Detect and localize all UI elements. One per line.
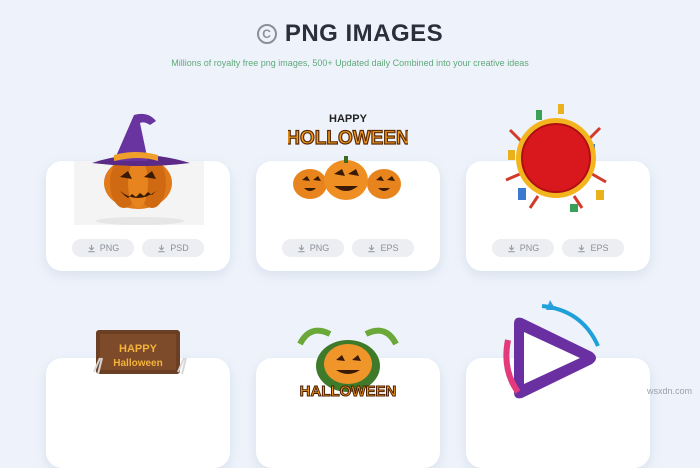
- happy-text: HAPPY: [329, 113, 368, 125]
- png-download-button[interactable]: PNG: [492, 239, 554, 257]
- badge-halloween-text: HALLOWEEN: [300, 383, 397, 400]
- download-buttons: PNG EPS: [466, 239, 650, 257]
- png-download-label: PNG: [309, 243, 330, 253]
- download-icon: [88, 244, 95, 252]
- download-icon: [508, 244, 515, 252]
- watermark: wsxdn.com: [646, 386, 692, 396]
- page-title-row: C PNG IMAGES: [256, 20, 444, 48]
- psd-download-button[interactable]: PSD: [142, 239, 204, 257]
- download-buttons: PNG EPS: [256, 239, 440, 257]
- png-download-label: PNG: [99, 243, 120, 253]
- png-download-button[interactable]: PNG: [72, 239, 134, 257]
- download-icon: [298, 244, 305, 252]
- eps-download-button[interactable]: EPS: [352, 239, 414, 257]
- pumpkin-witch-hat-image[interactable]: [74, 103, 204, 225]
- eps-download-label: EPS: [590, 243, 609, 253]
- colorful-play-triangle-image[interactable]: [494, 296, 610, 400]
- download-icon: [158, 244, 165, 252]
- psd-download-label: PSD: [170, 243, 189, 253]
- download-buttons: PNG PSD: [46, 239, 230, 257]
- sign-halloween-text: Halloween: [113, 358, 162, 369]
- red-circle-fireworks-image[interactable]: [500, 100, 612, 216]
- png-download-label: PNG: [519, 243, 540, 253]
- copyright-icon: C: [256, 24, 277, 44]
- halloween-badge-image[interactable]: HALLOWEEN: [294, 314, 402, 400]
- page-title: PNG IMAGES: [284, 20, 444, 47]
- happy-halloween-pumpkins-image[interactable]: HAPPY HOLLOWEEN: [288, 108, 408, 204]
- download-icon: [578, 244, 586, 252]
- sign-happy-text: HAPPY: [119, 343, 158, 355]
- eps-download-label: EPS: [380, 243, 399, 253]
- page-header: C PNG IMAGES Millions of royalty free pn…: [0, 20, 700, 68]
- eps-download-button[interactable]: EPS: [562, 239, 624, 257]
- page-subtitle: Millions of royalty free png images, 500…: [171, 58, 529, 68]
- download-icon: [368, 244, 376, 252]
- holloween-text: HOLLOWEEN: [288, 128, 408, 149]
- happy-halloween-sign-image[interactable]: HAPPY Halloween: [92, 322, 188, 382]
- png-download-button[interactable]: PNG: [282, 239, 344, 257]
